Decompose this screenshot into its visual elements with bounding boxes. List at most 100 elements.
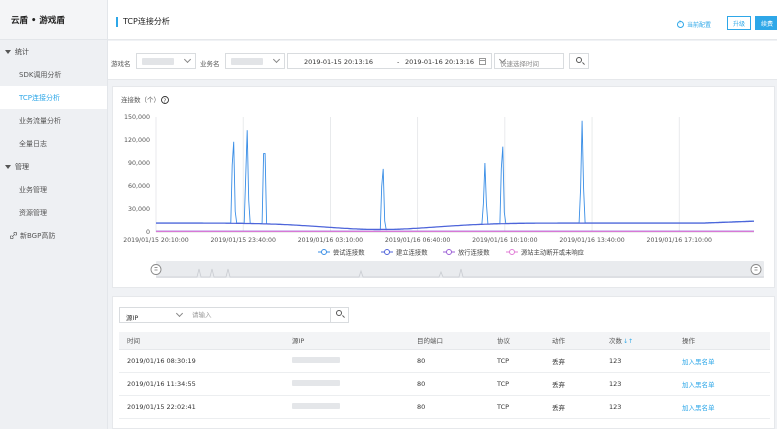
sidebar-item-sdk[interactable]: SDK调用分析 xyxy=(0,63,107,86)
business-label: 业务名 xyxy=(200,60,220,68)
y-tick-label: 90,000 xyxy=(128,160,150,167)
sidebar-item-business[interactable]: 业务管理 xyxy=(0,178,107,201)
cell-port: 80 xyxy=(409,349,489,373)
cell-op: 加入黑名单 xyxy=(674,372,770,396)
sort-icon[interactable]: ↓↑ xyxy=(623,338,633,345)
quick-time-select[interactable]: 快速选择时间 xyxy=(494,53,564,69)
add-blacklist-link[interactable]: 加入黑名单 xyxy=(682,404,715,412)
chevron-down-icon xyxy=(183,55,192,64)
sidebar-item-label: 新BGP高防 xyxy=(20,231,56,240)
nav-group-label: 管理 xyxy=(15,162,29,171)
x-tick-label: 2019/01/15 20:10:00 xyxy=(123,237,188,244)
calendar-icon xyxy=(479,58,486,65)
series-line-2 xyxy=(156,220,754,230)
col-operation: 操作 xyxy=(674,332,770,350)
cell-time: 2019/01/15 22:02:41 xyxy=(119,395,284,419)
col-count[interactable]: 次数↓↑ xyxy=(601,332,674,350)
col-time: 时间 xyxy=(119,332,284,350)
col-action: 动作 xyxy=(544,332,601,350)
x-tick-label: 2019/01/16 17:10:00 xyxy=(647,237,712,244)
zoom-slider-track[interactable] xyxy=(156,261,764,278)
page-header: TCP连接分析 当前配置 升级 续费 xyxy=(108,0,777,40)
date-range-picker[interactable]: 2019-01-15 20:13:16 - 2019-01-16 20:13:1… xyxy=(287,53,492,69)
y-tick-label: 30,000 xyxy=(128,206,150,213)
sidebar-item-traffic[interactable]: 业务流量分析 xyxy=(0,109,107,132)
add-blacklist-link[interactable]: 加入黑名单 xyxy=(682,381,715,389)
caret-down-icon xyxy=(5,49,11,54)
cell-count: 123 xyxy=(601,372,674,396)
cell-action: 丢弃 xyxy=(544,372,601,396)
current-config-link[interactable]: 当前配置 xyxy=(677,20,711,29)
sidebar-item-logs[interactable]: 全量日志 xyxy=(0,132,107,155)
nav-group-stats[interactable]: 统计 xyxy=(0,40,107,63)
x-tick-label: 2019/01/15 23:40:00 xyxy=(210,237,275,244)
cell-time: 2019/01/16 11:34:55 xyxy=(119,372,284,396)
zoom-handle-left[interactable] xyxy=(150,264,162,275)
range-separator: - xyxy=(397,58,400,66)
table-row: 2019/01/16 08:30:19 80 TCP 丢弃 123 加入黑名单 xyxy=(119,349,770,373)
sidebar-item-bgp[interactable]: 新BGP高防 xyxy=(0,224,107,247)
y-axis-label: 连接数（个） xyxy=(121,95,160,104)
table-row: 2019/01/16 11:34:55 80 TCP 丢弃 123 加入黑名单 xyxy=(119,372,770,396)
nav-group-label: 统计 xyxy=(15,47,29,56)
cell-protocol: TCP xyxy=(489,372,544,396)
renew-button[interactable]: 续费 xyxy=(755,16,777,30)
connection-table: 时间 源IP 目的端口 协议 动作 次数↓↑ 操作 2019/01/16 08:… xyxy=(119,332,770,419)
x-tick-label: 2019/01/16 03:10:00 xyxy=(298,237,363,244)
start-time: 2019-01-15 20:13:16 xyxy=(304,58,374,66)
series-line-1 xyxy=(156,120,754,231)
redacted-value xyxy=(292,356,340,363)
business-select[interactable] xyxy=(225,53,285,69)
legend-label: 尝试连接数 xyxy=(333,248,365,257)
cell-time: 2019/01/16 08:30:19 xyxy=(119,349,284,373)
info-icon xyxy=(677,20,684,28)
cell-protocol: TCP xyxy=(489,395,544,419)
filter-field-select[interactable]: 源IP xyxy=(126,312,138,322)
sidebar-item-tcp[interactable]: TCP连接分析 xyxy=(0,86,107,109)
redacted-value xyxy=(292,379,340,386)
filter-input[interactable] xyxy=(192,309,312,321)
add-blacklist-link[interactable]: 加入黑名单 xyxy=(682,358,715,366)
col-source-ip: 源IP xyxy=(284,332,409,350)
legend-label: 建立连接数 xyxy=(396,248,428,257)
cell-op: 加入黑名单 xyxy=(674,395,770,419)
search-button[interactable] xyxy=(569,53,589,69)
y-tick-label: 0 xyxy=(146,229,150,236)
x-tick-label: 2019/01/16 10:10:00 xyxy=(472,237,537,244)
config-label: 当前配置 xyxy=(687,22,712,29)
upgrade-button[interactable]: 升级 xyxy=(727,16,751,30)
col-protocol: 协议 xyxy=(489,332,544,350)
game-select[interactable] xyxy=(136,53,196,69)
nav-group-manage[interactable]: 管理 xyxy=(0,155,107,178)
game-label: 游戏名 xyxy=(111,60,131,68)
chart-card: 连接数（个）? 0 30,000 60,000 90,000 120,000 150,000… xyxy=(112,86,775,288)
y-tick-label: 150,000 xyxy=(124,114,150,121)
x-tick-label: 2019/01/16 06:40:00 xyxy=(385,237,450,244)
page-title: TCP连接分析 xyxy=(116,17,170,27)
filter-search-button[interactable] xyxy=(330,307,348,323)
redacted-value xyxy=(142,58,174,65)
cell-op: 加入黑名单 xyxy=(674,349,770,373)
redacted-value xyxy=(292,402,340,409)
chevron-down-icon xyxy=(272,55,281,64)
legend-label: 放行连接数 xyxy=(458,248,490,257)
cell-action: 丢弃 xyxy=(544,395,601,419)
cell-port: 80 xyxy=(409,372,489,396)
chevron-down-icon[interactable] xyxy=(175,309,184,318)
cell-port: 80 xyxy=(409,395,489,419)
col-count-label: 次数 xyxy=(609,337,622,346)
table-row: 2019/01/15 22:02:41 80 TCP 丢弃 123 加入黑名单 xyxy=(119,395,770,419)
y-tick-label: 120,000 xyxy=(124,137,150,144)
link-icon xyxy=(10,232,17,239)
table-card: 源IP 时间 源IP 目的端口 协议 动作 次数↓↑ 操作 2019/01/16… xyxy=(112,296,775,429)
sidebar-item-resources[interactable]: 资源管理 xyxy=(0,201,107,224)
search-icon xyxy=(576,57,582,63)
redacted-value xyxy=(231,58,263,65)
cell-protocol: TCP xyxy=(489,349,544,373)
table-header-row: 时间 源IP 目的端口 协议 动作 次数↓↑ 操作 xyxy=(119,332,770,350)
y-tick-label: 60,000 xyxy=(128,183,150,190)
zoom-handle-right[interactable] xyxy=(750,264,762,275)
legend-marker xyxy=(321,249,327,255)
brand-title: 云盾 • 游戏盾 xyxy=(0,0,107,40)
legend-marker xyxy=(509,249,515,255)
